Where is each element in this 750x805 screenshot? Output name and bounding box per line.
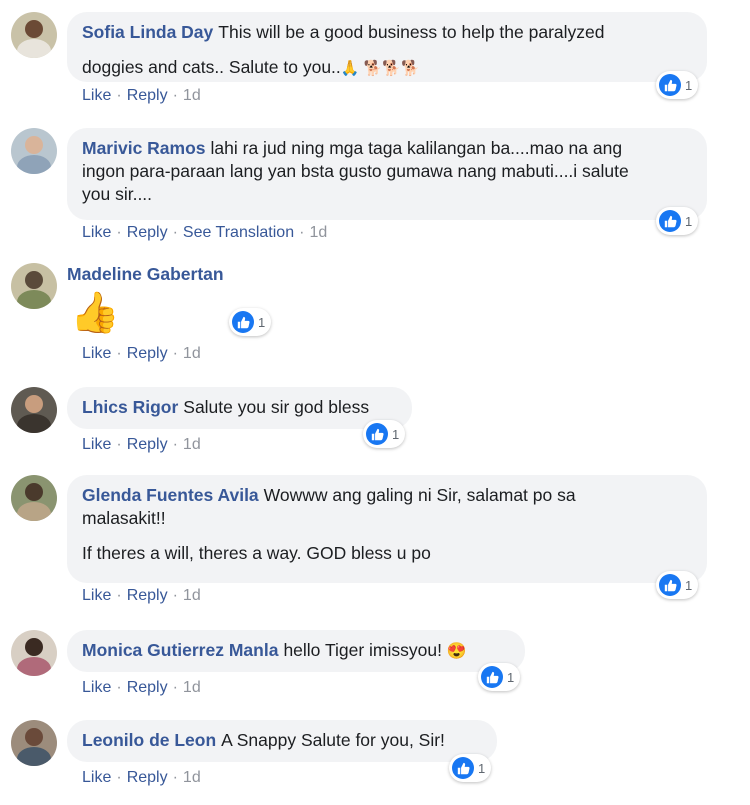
comment-bubble: Marivic Ramos lahi ra jud ning mga taga k… [67, 128, 707, 220]
comment-text: hello Tiger imissyou! [283, 640, 442, 660]
like-thumb-icon [366, 423, 388, 445]
reaction-count[interactable]: 1 [449, 754, 492, 782]
comment-actions: Like · Reply · 1d [82, 587, 201, 604]
reply-link[interactable]: Reply [127, 87, 168, 104]
comment-bubble: Lhics Rigor Salute you sir god bless [67, 387, 412, 429]
like-thumb-icon [481, 666, 503, 688]
comment-text: If theres a will, theres a way. GOD bles… [82, 543, 431, 563]
like-thumb-icon [659, 74, 681, 96]
like-link[interactable]: Like [82, 224, 111, 241]
like-thumb-icon [232, 311, 254, 333]
comment-actions: Like · Reply · See Translation · 1d [82, 224, 328, 241]
commenter-name[interactable]: Monica Gutierrez Manla [82, 640, 278, 660]
like-link[interactable]: Like [82, 769, 111, 786]
commenter-name[interactable]: Leonilo de Leon [82, 730, 216, 750]
commenter-name[interactable]: Glenda Fuentes Avila [82, 485, 259, 505]
comment-actions: Like · Reply · 1d [82, 769, 201, 786]
comment-actions: Like · Reply · 1d [82, 345, 201, 362]
like-link[interactable]: Like [82, 436, 111, 453]
avatar[interactable] [11, 128, 57, 174]
reply-link[interactable]: Reply [127, 436, 168, 453]
reaction-count[interactable]: 1 [656, 71, 699, 99]
comment-text: lahi ra jud ning mga taga kalilangan ba.… [210, 138, 623, 158]
avatar[interactable] [11, 263, 57, 309]
reply-link[interactable]: Reply [127, 224, 168, 241]
like-link[interactable]: Like [82, 87, 111, 104]
reaction-count[interactable]: 1 [656, 207, 699, 235]
comment-text: A Snappy Salute for you, Sir! [221, 730, 445, 750]
comment-actions: Like · Reply · 1d [82, 679, 201, 696]
reaction-count[interactable]: 1 [363, 420, 406, 448]
timestamp[interactable]: 1d [309, 224, 327, 241]
comment-text: Wowww ang galing ni Sir, salamat po sa [263, 485, 576, 505]
comment-bubble: Monica Gutierrez Manla hello Tiger imissy… [67, 630, 525, 672]
comment-bubble: Leonilo de Leon A Snappy Salute for you, … [67, 720, 497, 762]
timestamp[interactable]: 1d [183, 436, 201, 453]
reaction-count[interactable]: 1 [656, 571, 699, 599]
timestamp[interactable]: 1d [183, 769, 201, 786]
comment-text: Salute you sir god bless [183, 397, 370, 417]
like-thumb-icon [659, 210, 681, 232]
comment-text: This will be a good business to help the… [218, 22, 605, 42]
comment-actions: Like · Reply · 1d [82, 87, 201, 104]
like-link[interactable]: Like [82, 679, 111, 696]
commenter-name[interactable]: Marivic Ramos [82, 138, 206, 158]
reply-link[interactable]: Reply [127, 587, 168, 604]
avatar[interactable] [11, 475, 57, 521]
comment-bubble: Sofia Linda Day This will be a good busin… [67, 12, 707, 82]
timestamp[interactable]: 1d [183, 587, 201, 604]
comment-actions: Like · Reply · 1d [82, 436, 201, 453]
comment-bubble: Glenda Fuentes Avila Wowww ang galing ni … [67, 475, 707, 583]
like-link[interactable]: Like [82, 587, 111, 604]
reply-link[interactable]: Reply [127, 345, 168, 362]
thumbs-up-sticker: 👍 [70, 291, 120, 335]
comment-text: you sir.... [82, 184, 153, 204]
avatar[interactable] [11, 720, 57, 766]
comment-text: doggies and cats.. Salute to you.. [82, 57, 341, 77]
reaction-count[interactable]: 1 [229, 308, 272, 336]
like-link[interactable]: Like [82, 345, 111, 362]
reaction-count[interactable]: 1 [478, 663, 521, 691]
emoji: 🙏 🐕🐕🐕 [340, 60, 420, 77]
avatar[interactable] [11, 12, 57, 58]
avatar[interactable] [11, 630, 57, 676]
commenter-name[interactable]: Lhics Rigor [82, 397, 178, 417]
like-thumb-icon [659, 574, 681, 596]
avatar[interactable] [11, 387, 57, 433]
commenter-name[interactable]: Madeline Gabertan [67, 264, 224, 285]
reply-link[interactable]: Reply [127, 679, 168, 696]
see-translation-link[interactable]: See Translation [183, 224, 294, 241]
timestamp[interactable]: 1d [183, 679, 201, 696]
comment-text: ingon para-paraan lang yan bsta gusto gu… [82, 161, 629, 181]
timestamp[interactable]: 1d [183, 345, 201, 362]
reply-link[interactable]: Reply [127, 769, 168, 786]
heart-eyes-emoji: 😍 [446, 643, 467, 660]
timestamp[interactable]: 1d [183, 87, 201, 104]
commenter-name[interactable]: Sofia Linda Day [82, 22, 213, 42]
like-thumb-icon [452, 757, 474, 779]
comment-text: malasakit!! [82, 508, 166, 528]
